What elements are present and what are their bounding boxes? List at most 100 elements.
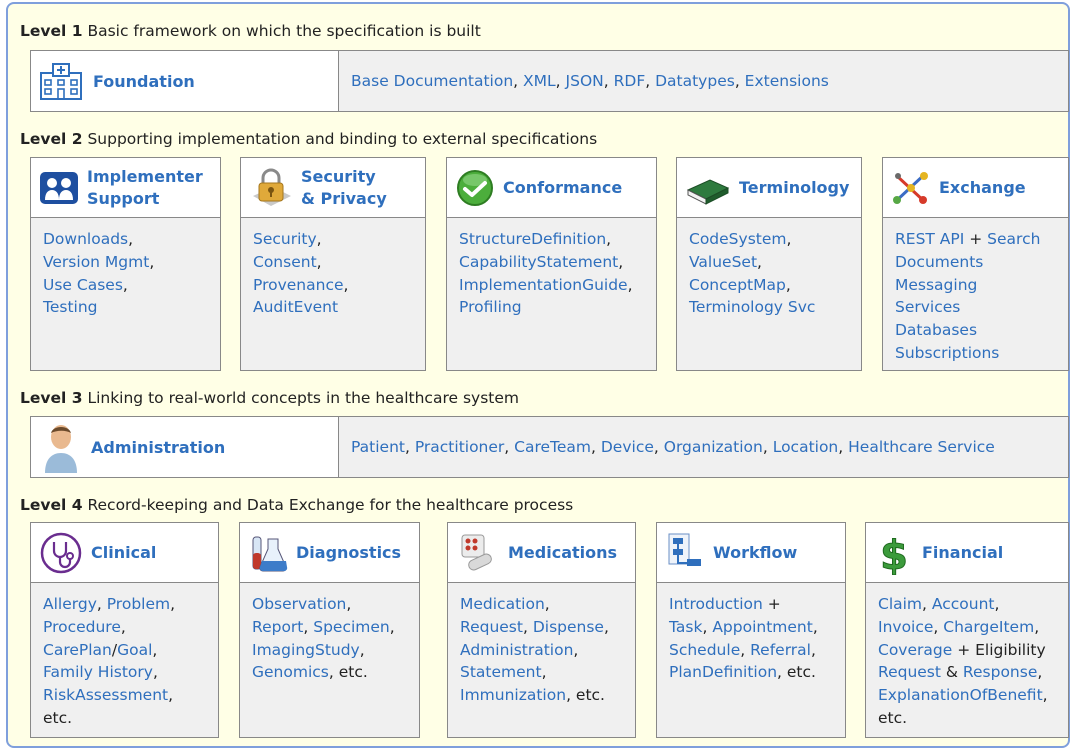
conformance-header[interactable]: Conformance (447, 158, 656, 218)
lab-flask-icon (252, 536, 288, 571)
link-patient[interactable]: Patient (351, 438, 405, 456)
link-line: Messaging (895, 274, 1058, 297)
link-services[interactable]: Services (895, 298, 960, 316)
link-allergy[interactable]: Allergy (43, 595, 97, 613)
link-problem[interactable]: Problem (107, 595, 170, 613)
link-location[interactable]: Location (773, 438, 839, 456)
link-xml[interactable]: XML (523, 72, 556, 90)
link-plandefinition[interactable]: PlanDefinition (669, 663, 777, 681)
foundation-header[interactable]: Foundation (31, 51, 339, 111)
link-documents[interactable]: Documents (895, 253, 983, 271)
link-dispense[interactable]: Dispense (533, 618, 604, 636)
link-datatypes[interactable]: Datatypes (655, 72, 735, 90)
link-implementationguide[interactable]: ImplementationGuide (459, 276, 628, 294)
link-device[interactable]: Device (601, 438, 654, 456)
link-coverage[interactable]: Coverage (878, 641, 952, 659)
link-specimen[interactable]: Specimen (313, 618, 390, 636)
link-line: Downloads, (43, 228, 210, 251)
link-goal[interactable]: Goal (117, 641, 152, 659)
link-introduction[interactable]: Introduction (669, 595, 763, 613)
link-profiling[interactable]: Profiling (459, 298, 522, 316)
terminology-title: Terminology (739, 177, 850, 197)
link-rdf[interactable]: RDF (614, 72, 646, 90)
link-line: Subscriptions (895, 342, 1058, 365)
link-administration[interactable]: Administration (460, 641, 573, 659)
diagnostics-header[interactable]: Diagnostics (240, 523, 419, 583)
link-genomics[interactable]: Genomics (252, 663, 329, 681)
link-procedure[interactable]: Procedure (43, 618, 121, 636)
link-careplan[interactable]: CarePlan (43, 641, 112, 659)
link-response[interactable]: Response (963, 663, 1037, 681)
link-appointment[interactable]: Appointment (712, 618, 813, 636)
administration-header[interactable]: Administration (31, 417, 339, 477)
separator: , (762, 438, 773, 456)
clinical-title: Clinical (91, 542, 157, 562)
security-privacy-header[interactable]: Security & Privacy (241, 158, 425, 218)
link-chargeitem[interactable]: ChargeItem (943, 618, 1034, 636)
link-conceptmap[interactable]: ConceptMap (689, 276, 786, 294)
plain-text: , (303, 617, 314, 636)
svg-text:$: $ (880, 533, 908, 575)
link-use-cases[interactable]: Use Cases (43, 276, 123, 294)
link-downloads[interactable]: Downloads (43, 230, 128, 248)
medications-header[interactable]: Medications (448, 523, 635, 583)
link-careteam[interactable]: CareTeam (514, 438, 591, 456)
link-version-mgmt[interactable]: Version Mgmt (43, 253, 149, 271)
link-auditevent[interactable]: AuditEvent (253, 298, 338, 316)
terminology-header[interactable]: Terminology (677, 158, 861, 218)
link-schedule[interactable]: Schedule (669, 641, 740, 659)
link-codesystem[interactable]: CodeSystem (689, 230, 786, 248)
link-medication[interactable]: Medication (460, 595, 545, 613)
link-subscriptions[interactable]: Subscriptions (895, 344, 999, 362)
link-line: Security, (253, 228, 415, 251)
link-messaging[interactable]: Messaging (895, 276, 977, 294)
link-databases[interactable]: Databases (895, 321, 977, 339)
link-imagingstudy[interactable]: ImagingStudy (252, 641, 360, 659)
security-privacy-title: Security & Privacy (301, 166, 387, 208)
level-1-heading: Level 1 Basic framework on which the spe… (20, 22, 481, 40)
link-observation[interactable]: Observation (252, 595, 346, 613)
link-claim[interactable]: Claim (878, 595, 922, 613)
link-practitioner[interactable]: Practitioner (415, 438, 504, 456)
link-family-history[interactable]: Family History (43, 663, 153, 681)
link-testing[interactable]: Testing (43, 298, 98, 316)
link-line: CodeSystem, (689, 228, 851, 251)
link-provenance[interactable]: Provenance (253, 276, 344, 294)
link-valueset[interactable]: ValueSet (689, 253, 757, 271)
workflow-header[interactable]: Workflow (657, 523, 845, 583)
link-report[interactable]: Report (252, 618, 303, 636)
link-referral[interactable]: Referral (750, 641, 811, 659)
link-consent[interactable]: Consent (253, 253, 317, 271)
link-base-documentation[interactable]: Base Documentation (351, 72, 513, 90)
plain-text: , (627, 275, 633, 294)
link-capabilitystatement[interactable]: CapabilityStatement (459, 253, 618, 271)
link-statement[interactable]: Statement (460, 663, 542, 681)
conformance-module: Conformance StructureDefinition, Capabili… (446, 157, 657, 371)
link-request[interactable]: Request (460, 618, 523, 636)
link-search[interactable]: Search (987, 230, 1040, 248)
link-account[interactable]: Account (932, 595, 995, 613)
exchange-header[interactable]: Exchange (883, 158, 1068, 218)
clinical-header[interactable]: Clinical (31, 523, 218, 583)
link-structuredefinition[interactable]: StructureDefinition (459, 230, 606, 248)
link-healthcare-service[interactable]: Healthcare Service (848, 438, 995, 456)
link-json[interactable]: JSON (566, 72, 604, 90)
dollar-icon: $ (880, 532, 909, 575)
financial-header[interactable]: $ Financial (866, 523, 1068, 583)
link-terminology-svc[interactable]: Terminology Svc (689, 298, 815, 316)
link-immunization[interactable]: Immunization (460, 686, 566, 704)
link-line: etc. (878, 707, 1058, 730)
link-organization[interactable]: Organization (664, 438, 763, 456)
link-explanationofbenefit[interactable]: ExplanationOfBenefit (878, 686, 1043, 704)
link-extensions[interactable]: Extensions (745, 72, 829, 90)
link-task[interactable]: Task (669, 618, 702, 636)
plain-text: , (122, 275, 128, 294)
link-rest-api[interactable]: REST API (895, 230, 964, 248)
link-riskassessment[interactable]: RiskAssessment (43, 686, 168, 704)
link-line: StructureDefinition, (459, 228, 646, 251)
link-security[interactable]: Security (253, 230, 317, 248)
link-invoice[interactable]: Invoice (878, 618, 933, 636)
link-request[interactable]: Request (878, 663, 941, 681)
link-line: Procedure, (43, 616, 208, 639)
implementer-support-header[interactable]: Implementer Support (31, 158, 220, 218)
